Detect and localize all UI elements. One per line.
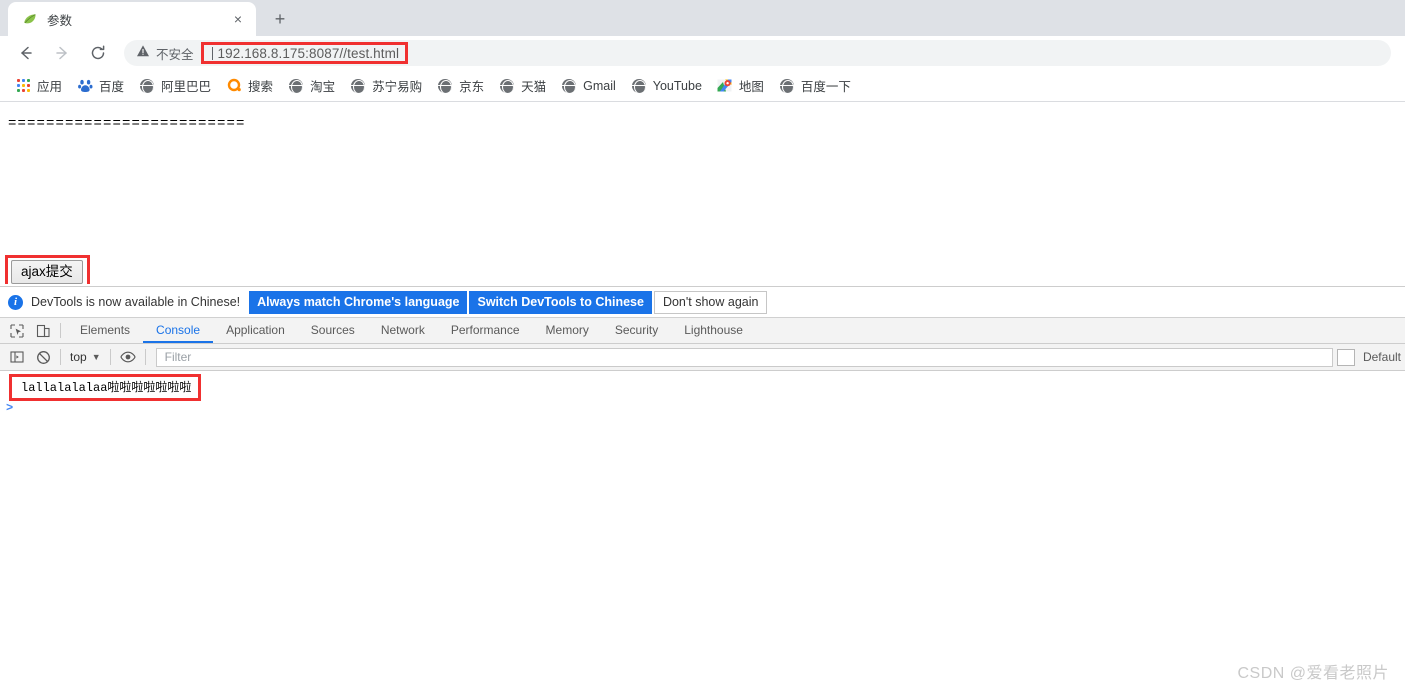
forward-arrow-icon[interactable] bbox=[48, 39, 76, 67]
info-icon: i bbox=[8, 294, 23, 310]
bookmark-label: 淘宝 bbox=[310, 80, 336, 94]
execution-context-selector[interactable]: top ▼ bbox=[65, 350, 106, 364]
ajax-submit-button[interactable]: ajax提交 bbox=[11, 260, 83, 284]
globe-icon bbox=[561, 78, 577, 94]
bookmark-apps[interactable]: 应用 bbox=[10, 73, 70, 98]
context-label: top bbox=[70, 350, 87, 364]
console-message: lallalalalaa啦啦啦啦啦啦啦 bbox=[21, 381, 192, 395]
toolbar-divider bbox=[60, 323, 61, 338]
bookmark-maps[interactable]: 地图 bbox=[712, 73, 772, 98]
live-expression-icon[interactable] bbox=[115, 344, 141, 370]
page-content: ========================= ajax提交 bbox=[0, 102, 1405, 284]
console-message-highlight: lallalalalaa啦啦啦啦啦啦啦 bbox=[9, 374, 202, 401]
bookmark-label: 阿里巴巴 bbox=[161, 80, 212, 94]
device-toolbar-icon[interactable] bbox=[30, 318, 56, 343]
globe-icon bbox=[437, 78, 453, 94]
bookmark-label: Gmail bbox=[583, 78, 616, 93]
prompt-caret-icon: > bbox=[6, 401, 14, 415]
bookmark-tmall[interactable]: 天猫 bbox=[494, 73, 554, 98]
leaf-icon bbox=[22, 11, 38, 27]
console-prompt-row[interactable]: > bbox=[0, 399, 13, 417]
bookmark-jd[interactable]: 京东 bbox=[432, 73, 492, 98]
bookmark-label: 搜索 bbox=[248, 80, 274, 94]
bookmark-suning[interactable]: 苏宁易购 bbox=[345, 73, 430, 98]
clear-console-icon[interactable] bbox=[30, 344, 56, 370]
browser-tab[interactable]: 参数 × bbox=[8, 2, 256, 36]
chevron-down-icon: ▼ bbox=[91, 352, 101, 362]
toolbar-divider bbox=[109, 349, 111, 365]
bookmarks-bar: 应用 百度 阿里巴巴 搜索 淘宝 苏宁易购 京东 天猫 Gmail YouTub… bbox=[0, 70, 1405, 102]
ajax-button-highlight: ajax提交 bbox=[5, 255, 90, 284]
bookmark-gmail[interactable]: Gmail bbox=[556, 75, 624, 97]
console-filter-input[interactable]: Filter bbox=[155, 347, 1333, 367]
bookmark-youtube[interactable]: YouTube bbox=[626, 75, 710, 97]
globe-icon bbox=[499, 78, 515, 94]
bookmark-alibaba[interactable]: 阿里巴巴 bbox=[134, 73, 219, 98]
security-chip[interactable]: 不安全 bbox=[136, 44, 201, 63]
tab-lighthouse[interactable]: Lighthouse bbox=[671, 318, 756, 343]
bookmark-label: 天猫 bbox=[521, 80, 547, 94]
globe-icon bbox=[350, 78, 366, 94]
orange-circle-icon bbox=[226, 78, 242, 94]
tab-strip: 参数 × + bbox=[0, 0, 1405, 36]
levels-checkbox[interactable] bbox=[1336, 348, 1355, 366]
browser-window: 参数 × + 不安全 192.168.8.175:8087//test.html… bbox=[0, 0, 1405, 693]
globe-icon bbox=[139, 78, 155, 94]
globe-icon bbox=[779, 78, 795, 94]
bookmark-taobao[interactable]: 淘宝 bbox=[283, 73, 343, 98]
bookmark-baidu-search[interactable]: 百度一下 bbox=[774, 73, 859, 98]
bookmark-search[interactable]: 搜索 bbox=[221, 73, 281, 98]
tab-security[interactable]: Security bbox=[602, 318, 671, 343]
separator-line: ========================= bbox=[8, 116, 246, 132]
security-label: 不安全 bbox=[156, 47, 194, 62]
console-toolbar: top ▼ Filter Default bbox=[0, 344, 1405, 371]
console-output[interactable]: lallalalalaa啦啦啦啦啦啦啦 > bbox=[0, 371, 1405, 693]
close-icon[interactable]: × bbox=[230, 11, 246, 27]
watermark: CSDN @爱看老照片 bbox=[1237, 665, 1389, 682]
browser-toolbar: 不安全 192.168.8.175:8087//test.html bbox=[0, 36, 1405, 70]
bookmark-label: 百度 bbox=[99, 80, 125, 94]
devtools-language-infobar: i DevTools is now available in Chinese! … bbox=[0, 287, 1405, 318]
console-sidebar-icon[interactable] bbox=[4, 344, 30, 370]
devtools-tab-bar: Elements Console Application Sources Net… bbox=[0, 318, 1405, 344]
address-bar[interactable]: 不安全 192.168.8.175:8087//test.html bbox=[124, 40, 1391, 66]
bookmark-label: 应用 bbox=[37, 80, 63, 94]
text-cursor bbox=[211, 46, 213, 60]
tab-performance[interactable]: Performance bbox=[438, 318, 533, 343]
tab-elements[interactable]: Elements bbox=[67, 318, 143, 343]
url-text[interactable]: 192.168.8.175:8087//test.html bbox=[218, 46, 400, 61]
tab-network[interactable]: Network bbox=[368, 318, 438, 343]
dont-show-again-button[interactable]: Don't show again bbox=[653, 290, 768, 314]
url-highlight-box: 192.168.8.175:8087//test.html bbox=[200, 42, 409, 64]
toolbar-divider bbox=[60, 349, 61, 365]
infobar-message: DevTools is now available in Chinese! bbox=[31, 295, 241, 309]
bookmark-label: 地图 bbox=[738, 80, 764, 94]
toolbar-divider bbox=[144, 349, 146, 365]
always-match-language-button[interactable]: Always match Chrome's language bbox=[249, 290, 468, 314]
console-levels-group: Default bbox=[1336, 348, 1405, 366]
bookmark-label: 苏宁易购 bbox=[372, 80, 423, 94]
tab-sources[interactable]: Sources bbox=[298, 318, 368, 343]
globe-icon bbox=[288, 78, 304, 94]
baidu-paw-icon bbox=[77, 78, 93, 94]
globe-icon bbox=[631, 78, 647, 94]
reload-icon[interactable] bbox=[84, 39, 112, 67]
bookmark-label: 京东 bbox=[459, 80, 485, 94]
apps-grid-icon bbox=[15, 78, 31, 94]
levels-label[interactable]: Default bbox=[1363, 350, 1401, 364]
bookmark-label: YouTube bbox=[652, 78, 702, 93]
warning-triangle-icon bbox=[136, 44, 150, 63]
new-tab-button[interactable]: + bbox=[266, 5, 294, 33]
tab-application[interactable]: Application bbox=[213, 318, 298, 343]
bookmark-baidu[interactable]: 百度 bbox=[72, 73, 132, 98]
devtools-panel: i DevTools is now available in Chinese! … bbox=[0, 286, 1405, 693]
tab-console[interactable]: Console bbox=[143, 318, 214, 343]
back-arrow-icon[interactable] bbox=[12, 39, 40, 67]
switch-devtools-language-button[interactable]: Switch DevTools to Chinese bbox=[469, 290, 652, 314]
tab-title: 参数 bbox=[47, 13, 73, 28]
tab-memory[interactable]: Memory bbox=[533, 318, 602, 343]
maps-pin-icon bbox=[717, 78, 733, 94]
bookmark-label: 百度一下 bbox=[800, 80, 851, 94]
inspect-element-icon[interactable] bbox=[4, 318, 30, 343]
